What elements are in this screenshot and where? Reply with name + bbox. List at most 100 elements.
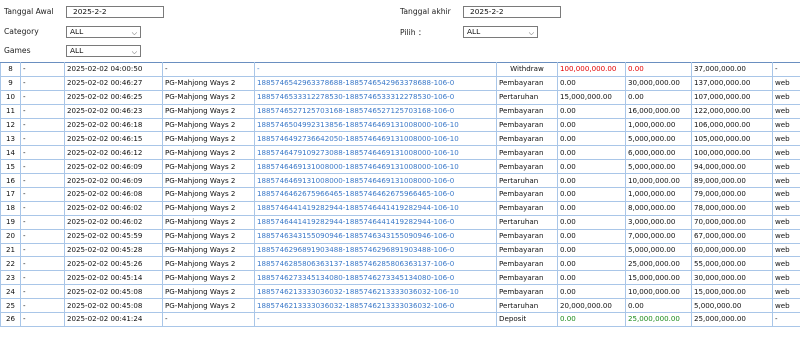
source-cell: web (772, 145, 800, 161)
credit-amount-cell: 15,000,000.00 (625, 270, 692, 286)
balance-cell: 105,000,000.00 (691, 131, 773, 147)
transaction-type-cell: Pertaruhan (496, 173, 558, 189)
table-row[interactable]: 23-2025-02-02 00:45:14 PG-Mahjong Ways 21… (0, 270, 800, 286)
game-name-cell: PG-Mahjong Ways 2 (162, 270, 255, 286)
reference-id-cell[interactable]: 1885746469131008000-1885746469131008000-… (254, 159, 497, 175)
game-name-cell: PG-Mahjong Ways 2 (162, 187, 255, 202)
balance-cell: 55,000,000.00 (691, 256, 773, 272)
source-cell: - (772, 312, 800, 327)
balance-cell: 25,000,000.00 (691, 312, 773, 327)
reference-id-cell[interactable]: 1885746296891903488-1885746296891903488-… (254, 242, 497, 258)
game-name-cell: PG-Mahjong Ways 2 (162, 298, 255, 314)
credit-amount-cell: 1,000,000.00 (625, 117, 692, 133)
timestamp-cell: 2025-02-02 00:46:02 (64, 214, 163, 230)
reference-id-cell[interactable]: 1885746542963378688-1885746542963378688-… (254, 75, 497, 91)
game-name-cell: PG-Mahjong Ways 2 (162, 200, 255, 216)
table-row[interactable]: 24-2025-02-02 00:45:08 PG-Mahjong Ways 21… (0, 284, 800, 300)
user-cell: - (20, 159, 65, 175)
chevron-down-icon: ⌵ (131, 48, 137, 56)
credit-amount-cell: 0.00 (625, 62, 692, 77)
balance-cell: 79,000,000.00 (691, 187, 773, 202)
user-cell: - (20, 131, 65, 147)
games-label: Games (4, 46, 31, 55)
reference-id-cell[interactable]: 1885746213333036032-1885746213333036032-… (254, 298, 497, 314)
pilih-selected-value: ALL (467, 27, 481, 36)
debit-amount-cell: 20,000,000.00 (557, 298, 626, 314)
debit-amount-cell: 0.00 (557, 131, 626, 147)
debit-amount-cell: 0.00 (557, 159, 626, 175)
transaction-type-cell: Pembayaran (496, 117, 558, 133)
table-row[interactable]: 13-2025-02-02 00:46:15 PG-Mahjong Ways 21… (0, 131, 800, 147)
row-number-cell: 13 (0, 131, 21, 147)
balance-cell: 106,000,000.00 (691, 117, 773, 133)
table-row[interactable]: 21-2025-02-02 00:45:28 PG-Mahjong Ways 21… (0, 242, 800, 258)
balance-cell: 60,000,000.00 (691, 242, 773, 258)
game-name-cell: PG-Mahjong Ways 2 (162, 256, 255, 272)
reference-id-cell[interactable]: 1885746492736642050-1885746469131008000-… (254, 131, 497, 147)
game-name-cell: PG-Mahjong Ways 2 (162, 75, 255, 91)
debit-amount-cell: 0.00 (557, 75, 626, 91)
balance-cell: 15,000,000.00 (691, 284, 773, 300)
table-row[interactable]: 16-2025-02-02 00:46:09 PG-Mahjong Ways 21… (0, 173, 800, 189)
debit-amount-cell: 0.00 (557, 228, 626, 244)
table-row[interactable]: 11-2025-02-02 00:46:23 PG-Mahjong Ways 21… (0, 103, 800, 119)
table-row[interactable]: 20-2025-02-02 00:45:59 PG-Mahjong Ways 21… (0, 228, 800, 244)
pilih-select[interactable]: ALL ⌵ (463, 26, 538, 38)
credit-amount-cell: 8,000,000.00 (625, 200, 692, 216)
transaction-type-cell: Pertaruhan (496, 214, 558, 230)
user-cell: - (20, 75, 65, 91)
debit-amount-cell: 0.00 (557, 270, 626, 286)
reference-id-cell[interactable]: 1885746213333036032-1885746213333036032-… (254, 284, 497, 300)
reference-id-cell[interactable]: 1885746469131008000-1885746469131008000-… (254, 173, 497, 189)
table-row[interactable]: 8-2025-02-02 04:00:50- - Withdraw 100,000,0… (0, 62, 800, 77)
balance-cell: 100,000,000.00 (691, 145, 773, 161)
tanggal-awal-input[interactable]: 2025-2-2 (66, 6, 164, 18)
debit-amount-cell: 0.00 (557, 145, 626, 161)
row-number-cell: 15 (0, 159, 21, 175)
balance-cell: 70,000,000.00 (691, 214, 773, 230)
source-cell: web (772, 284, 800, 300)
reference-id-cell[interactable]: 1885746527125703168-1885746527125703168-… (254, 103, 497, 119)
game-name-cell: - (162, 62, 255, 77)
reference-id-cell[interactable]: 1885746441419282944-1885746441419282944-… (254, 214, 497, 230)
category-select[interactable]: ALL ⌵ (66, 26, 141, 38)
table-row[interactable]: 25-2025-02-02 00:45:08 PG-Mahjong Ways 21… (0, 298, 800, 314)
table-row[interactable]: 19-2025-02-02 00:46:02 PG-Mahjong Ways 21… (0, 214, 800, 230)
credit-amount-cell: 10,000,000.00 (625, 173, 692, 189)
reference-id-cell[interactable]: 1885746343155090946-1885746343155090946-… (254, 228, 497, 244)
table-row[interactable]: 10-2025-02-02 00:46:25 PG-Mahjong Ways 21… (0, 89, 800, 105)
table-row[interactable]: 14-2025-02-02 00:46:12 PG-Mahjong Ways 21… (0, 145, 800, 161)
balance-cell: 30,000,000.00 (691, 270, 773, 286)
reference-id-cell[interactable]: 1885746479109273088-1885746469131008000-… (254, 145, 497, 161)
user-cell: - (20, 145, 65, 161)
table-row[interactable]: 12-2025-02-02 00:46:18 PG-Mahjong Ways 21… (0, 117, 800, 133)
game-name-cell: PG-Mahjong Ways 2 (162, 173, 255, 189)
reference-id-cell[interactable]: 1885746533312278530-1885746533312278530-… (254, 89, 497, 105)
table-row[interactable]: 26-2025-02-02 00:41:24- - Deposit 0.00 25,00… (0, 312, 800, 327)
reference-id-cell[interactable]: 1885746504992313856-1885746469131008000-… (254, 117, 497, 133)
timestamp-cell: 2025-02-02 00:46:02 (64, 200, 163, 216)
debit-amount-cell: 0.00 (557, 214, 626, 230)
credit-amount-cell: 1,000,000.00 (625, 187, 692, 202)
table-row[interactable]: 18-2025-02-02 00:46:02 PG-Mahjong Ways 21… (0, 200, 800, 216)
reference-id-cell: - (254, 62, 497, 77)
row-number-cell: 24 (0, 284, 21, 300)
game-name-cell: PG-Mahjong Ways 2 (162, 214, 255, 230)
reference-id-cell[interactable]: 1885746273345134080-1885746273345134080-… (254, 270, 497, 286)
game-name-cell: PG-Mahjong Ways 2 (162, 103, 255, 119)
tanggal-akhir-input[interactable]: 2025-2-2 (463, 6, 561, 18)
game-name-cell: PG-Mahjong Ways 2 (162, 159, 255, 175)
transaction-type-cell: Pembayaran (496, 187, 558, 202)
table-row[interactable]: 17-2025-02-02 00:46:08 PG-Mahjong Ways 21… (0, 187, 800, 202)
credit-amount-cell: 16,000,000.00 (625, 103, 692, 119)
games-select[interactable]: ALL ⌵ (66, 45, 141, 57)
table-row[interactable]: 22-2025-02-02 00:45:26 PG-Mahjong Ways 21… (0, 256, 800, 272)
timestamp-cell: 2025-02-02 00:46:18 (64, 117, 163, 133)
table-row[interactable]: 15-2025-02-02 00:46:09 PG-Mahjong Ways 21… (0, 159, 800, 175)
timestamp-cell: 2025-02-02 00:46:09 (64, 173, 163, 189)
source-cell: web (772, 75, 800, 91)
table-row[interactable]: 9-2025-02-02 00:46:27 PG-Mahjong Ways 2 18… (0, 75, 800, 91)
reference-id-cell[interactable]: 1885746285806363137-1885746285806363137-… (254, 256, 497, 272)
reference-id-cell[interactable]: 1885746462675966465-1885746462675966465-… (254, 187, 497, 202)
reference-id-cell[interactable]: 1885746441419282944-1885746441419282944-… (254, 200, 497, 216)
